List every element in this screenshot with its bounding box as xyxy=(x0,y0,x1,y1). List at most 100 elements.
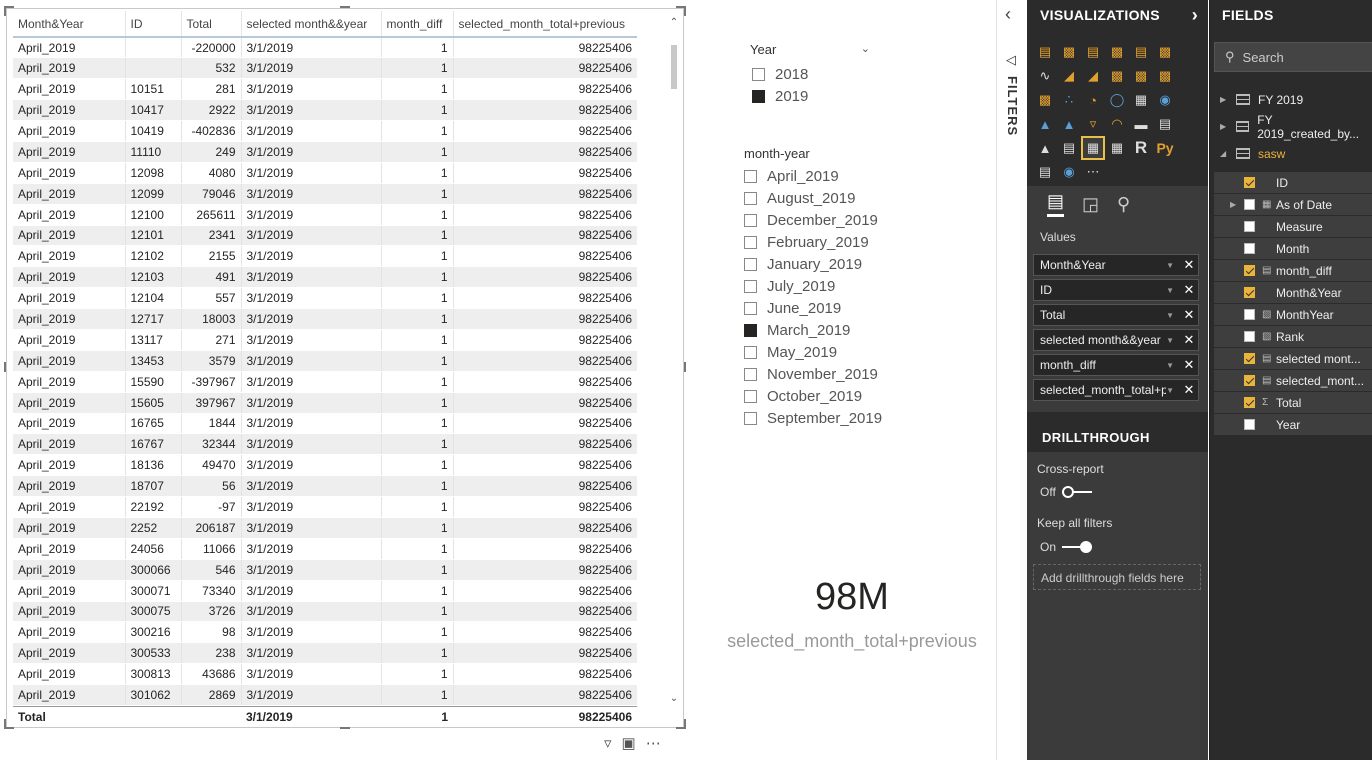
month-slicer-item[interactable]: January_2019 xyxy=(744,253,914,275)
arcgis-map-icon[interactable]: ◉ xyxy=(1057,160,1081,184)
table-row[interactable]: April_2019 10151 281 3/1/2019 1 98225406 xyxy=(13,78,637,101)
focus-mode-icon[interactable]: ▣ xyxy=(622,734,636,752)
field-checkbox[interactable] xyxy=(1244,331,1255,342)
remove-icon[interactable]: ✕ xyxy=(1182,382,1196,398)
map-icon[interactable]: ◉ xyxy=(1153,88,1177,112)
month-slicer-item[interactable]: April_2019 xyxy=(744,165,914,187)
remove-icon[interactable]: ✕ xyxy=(1182,257,1196,273)
card-icon[interactable]: ▬ xyxy=(1129,112,1153,136)
table-row[interactable]: April_2019 300071 73340 3/1/2019 1 98225406 xyxy=(13,580,637,602)
table-row[interactable]: April_2019 12717 18003 3/1/2019 1 98225406 xyxy=(13,308,637,330)
table-row[interactable]: April_2019 532 3/1/2019 1 98225406 xyxy=(13,57,637,80)
table-node-fy2019-created[interactable]: ▶ FY 2019_created_by... xyxy=(1210,113,1372,141)
slicer-icon[interactable]: ▤ xyxy=(1057,136,1081,160)
field-item[interactable]: ID xyxy=(1214,172,1372,194)
field-item[interactable]: ▧ MonthYear xyxy=(1214,304,1372,326)
month-slicer-item[interactable]: June_2019 xyxy=(744,297,914,319)
table-row[interactable]: April_2019 300813 43686 3/1/2019 1 98225406 xyxy=(13,663,637,686)
remove-icon[interactable]: ✕ xyxy=(1182,357,1196,373)
field-checkbox[interactable] xyxy=(1244,419,1255,430)
donut-chart-icon[interactable]: ◯ xyxy=(1105,88,1129,112)
resize-handle[interactable] xyxy=(4,6,6,16)
100-stacked-column-icon[interactable]: ▩ xyxy=(1153,40,1177,64)
chevron-down-icon[interactable]: ▼ xyxy=(1166,311,1174,320)
table-row[interactable]: April_2019 18707 56 3/1/2019 1 98225406 xyxy=(13,475,637,498)
shape-map-icon[interactable]: ▲ xyxy=(1057,112,1081,136)
field-checkbox[interactable] xyxy=(1244,287,1255,298)
table-row[interactable]: April_2019 12098 4080 3/1/2019 1 98225406 xyxy=(13,162,637,184)
value-well-item[interactable]: ID ▼ ✕ xyxy=(1033,279,1199,301)
table-row[interactable]: April_2019 22192 -97 3/1/2019 1 98225406 xyxy=(13,496,637,518)
table-visual-icon[interactable]: ▦ xyxy=(1081,136,1105,160)
field-checkbox[interactable] xyxy=(1244,199,1255,210)
field-checkbox[interactable] xyxy=(1244,375,1255,386)
table-scrollbar[interactable]: ⌃ ⌄ xyxy=(669,17,679,707)
remove-icon[interactable]: ✕ xyxy=(1182,307,1196,323)
field-checkbox[interactable] xyxy=(1244,397,1255,408)
funnel-icon[interactable]: ▿ xyxy=(1081,112,1105,136)
month-slicer-item[interactable]: September_2019 xyxy=(744,407,914,429)
value-well-item[interactable]: Total ▼ ✕ xyxy=(1033,304,1199,326)
value-well-item[interactable]: selected_month_total+p ▼ ✕ xyxy=(1033,379,1199,401)
keep-filters-toggle[interactable]: On xyxy=(1040,540,1093,554)
checkbox[interactable] xyxy=(744,257,757,271)
remove-icon[interactable]: ✕ xyxy=(1182,282,1196,298)
table-row[interactable]: April_2019 15590 -397967 3/1/2019 1 98225406 xyxy=(13,371,637,393)
more-options-icon[interactable]: ⋯ xyxy=(646,734,661,752)
col-header-selected-month-total[interactable]: selected_month_total+previous xyxy=(452,11,637,38)
col-header-id[interactable]: ID xyxy=(124,11,181,38)
line-chart-icon[interactable]: ∿ xyxy=(1033,64,1057,88)
table-row[interactable]: April_2019 12104 557 3/1/2019 1 98225406 xyxy=(13,287,637,310)
checkbox[interactable] xyxy=(744,411,757,425)
treemap-icon[interactable]: ▦ xyxy=(1129,88,1153,112)
table-row[interactable]: April_2019 12103 491 3/1/2019 1 98225406 xyxy=(13,266,637,289)
col-header-selected-month-year[interactable]: selected month&&year xyxy=(240,11,381,38)
chevron-right-icon[interactable]: › xyxy=(1192,5,1198,26)
table-row[interactable]: April_2019 11110 249 3/1/2019 1 98225406 xyxy=(13,141,637,163)
scroll-up-icon[interactable]: ⌃ xyxy=(669,17,679,28)
fields-tab-icon[interactable]: ▤ xyxy=(1047,191,1065,217)
kpi-icon[interactable]: ▲ xyxy=(1033,136,1057,160)
line-column-chart-icon[interactable]: ▩ xyxy=(1105,64,1129,88)
format-paint-roller-icon[interactable]: ◲ xyxy=(1082,194,1099,215)
chevron-down-icon[interactable]: ⌄ xyxy=(861,42,870,57)
table-row[interactable]: April_2019 16765 1844 3/1/2019 1 98225406 xyxy=(13,413,637,435)
field-checkbox[interactable] xyxy=(1244,309,1255,320)
col-header-month-diff[interactable]: month_diff xyxy=(380,11,453,38)
month-slicer-item[interactable]: February_2019 xyxy=(744,231,914,253)
table-row[interactable]: April_2019 15605 397967 3/1/2019 1 98225406 xyxy=(13,392,637,414)
multi-row-card-icon[interactable]: ▤ xyxy=(1153,112,1177,136)
field-checkbox[interactable] xyxy=(1244,221,1255,232)
table-node-sasw[interactable]: ◢ sasw xyxy=(1210,140,1372,167)
table-visual[interactable]: Month&Year ID Total selected month&&year… xyxy=(6,8,684,728)
month-slicer-item[interactable]: May_2019 xyxy=(744,341,914,363)
table-row[interactable]: April_2019 300075 3726 3/1/2019 1 98225406 xyxy=(13,601,637,623)
field-item[interactable]: ▧ Rank xyxy=(1214,326,1372,348)
checkbox[interactable] xyxy=(744,367,757,381)
checkbox[interactable] xyxy=(744,323,757,337)
scroll-thumb[interactable] xyxy=(671,45,677,89)
stacked-bar-chart-icon[interactable]: ▤ xyxy=(1033,40,1057,64)
table-row[interactable]: April_2019 2252 206187 3/1/2019 1 98225406 xyxy=(13,517,637,539)
stacked-column-chart-icon[interactable]: ▩ xyxy=(1057,40,1081,64)
100-stacked-bar-icon[interactable]: ▤ xyxy=(1129,40,1153,64)
resize-handle[interactable] xyxy=(4,719,6,729)
field-checkbox[interactable] xyxy=(1244,243,1255,254)
checkbox[interactable] xyxy=(744,191,757,205)
value-well-item[interactable]: selected month&&year ▼ ✕ xyxy=(1033,329,1199,351)
month-slicer-item[interactable]: August_2019 xyxy=(744,187,914,209)
value-well-item[interactable]: Month&Year ▼ ✕ xyxy=(1033,254,1199,276)
chevron-down-icon[interactable]: ▼ xyxy=(1166,361,1174,370)
table-row[interactable]: April_2019 12101 2341 3/1/2019 1 98225406 xyxy=(13,225,637,247)
checkbox[interactable] xyxy=(744,389,757,403)
field-checkbox[interactable] xyxy=(1244,353,1255,364)
clustered-bar-chart-icon[interactable]: ▤ xyxy=(1081,40,1105,64)
scroll-down-icon[interactable]: ⌄ xyxy=(669,693,679,704)
table-node-fy2019[interactable]: ▶ FY 2019 xyxy=(1210,86,1372,113)
table-row[interactable]: April_2019 13453 3579 3/1/2019 1 98225406 xyxy=(13,350,637,372)
table-row[interactable]: April_2019 10417 2922 3/1/2019 1 98225406 xyxy=(13,99,637,122)
gauge-icon[interactable]: ◠ xyxy=(1105,112,1129,136)
more-visuals-icon[interactable]: ⋯ xyxy=(1081,160,1105,184)
checkbox[interactable] xyxy=(752,67,765,81)
field-item[interactable]: Σ Total xyxy=(1214,392,1372,414)
